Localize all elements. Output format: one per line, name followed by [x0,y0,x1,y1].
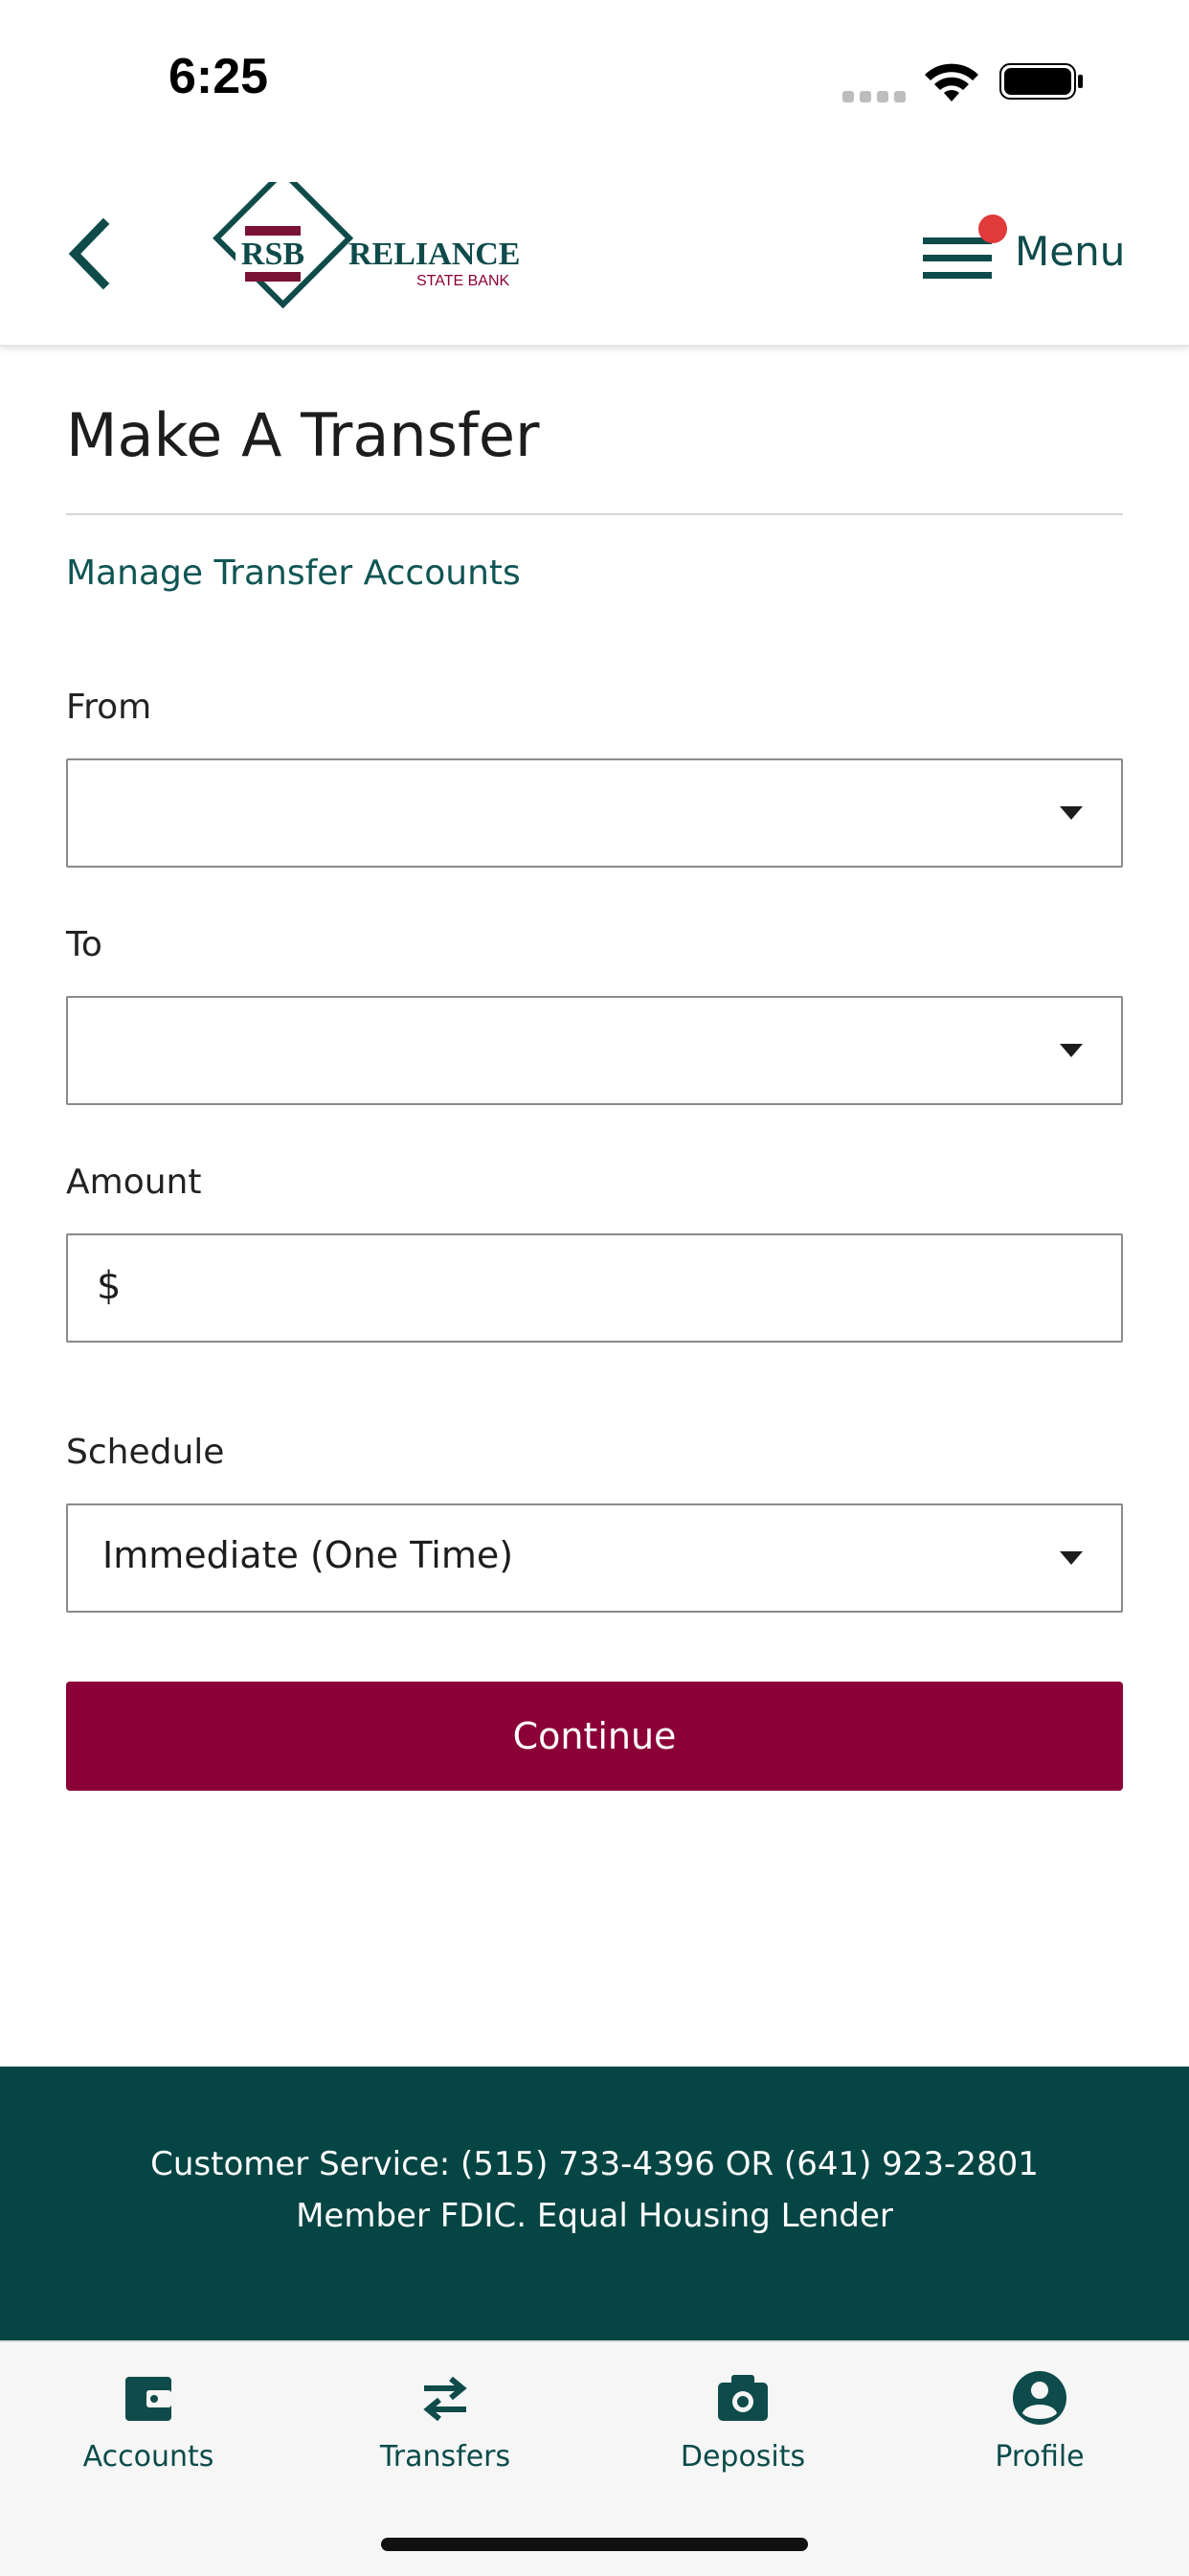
continue-button[interactable]: Continue [66,1682,1123,1791]
menu-label: Menu [1015,228,1126,275]
tab-profile[interactable]: Profile [944,2367,1135,2492]
schedule-select[interactable]: Immediate (One Time) [66,1503,1123,1613]
menu-button[interactable]: Menu [919,211,1139,297]
amount-label: Amount [66,1163,202,1202]
rsb-logo: RSB RELIANCE STATE BANK [213,182,520,309]
transfer-arrows-icon [423,2376,467,2422]
app-header: RSB RELIANCE STATE BANK Menu [0,163,1189,347]
caret-down-icon [1060,1044,1083,1057]
logo-name: RELIANCE [348,237,520,272]
status-time: 6:25 [168,49,269,104]
amount-field[interactable]: $ [66,1233,1123,1343]
amount-input[interactable] [145,1251,1087,1325]
tab-label: Deposits [680,2440,806,2474]
tab-accounts[interactable]: Accounts [53,2367,244,2492]
from-label: From [66,688,152,727]
customer-service-text: Customer Service: (515) 733-4396 OR (641… [150,2145,1039,2183]
battery-icon [999,63,1083,100]
from-select[interactable] [66,758,1123,868]
page-title: Make A Transfer [66,400,540,470]
to-select[interactable] [66,996,1123,1105]
to-label: To [66,925,102,964]
logo-monogram: RSB [241,237,304,272]
cellular-signal-icon [842,88,911,106]
camera-icon [718,2375,768,2421]
tab-label: Transfers [379,2440,511,2474]
continue-button-label: Continue [512,1715,677,1757]
tab-transfers[interactable]: Transfers [349,2367,541,2492]
wifi-icon [925,63,978,102]
caret-down-icon [1060,806,1083,820]
wallet-icon [125,2377,171,2421]
fdic-text: Member FDIC. Equal Housing Lender [296,2197,893,2235]
manage-transfer-accounts-link[interactable]: Manage Transfer Accounts [66,554,521,593]
footer: Customer Service: (515) 733-4396 OR (641… [0,2067,1189,2340]
caret-down-icon [1060,1551,1083,1565]
profile-icon [1013,2371,1066,2425]
tab-label: Profile [995,2440,1085,2474]
back-chevron-icon[interactable] [59,213,119,295]
status-bar: 6:25 [0,0,1189,163]
tab-deposits[interactable]: Deposits [647,2367,839,2492]
title-divider [66,513,1123,515]
tab-label: Accounts [82,2440,214,2474]
home-indicator [381,2538,808,2551]
currency-prefix: $ [97,1264,122,1308]
notification-dot [978,215,1007,243]
schedule-select-value: Immediate (One Time) [102,1534,514,1576]
schedule-label: Schedule [66,1433,225,1472]
logo-subname: STATE BANK [416,273,510,289]
